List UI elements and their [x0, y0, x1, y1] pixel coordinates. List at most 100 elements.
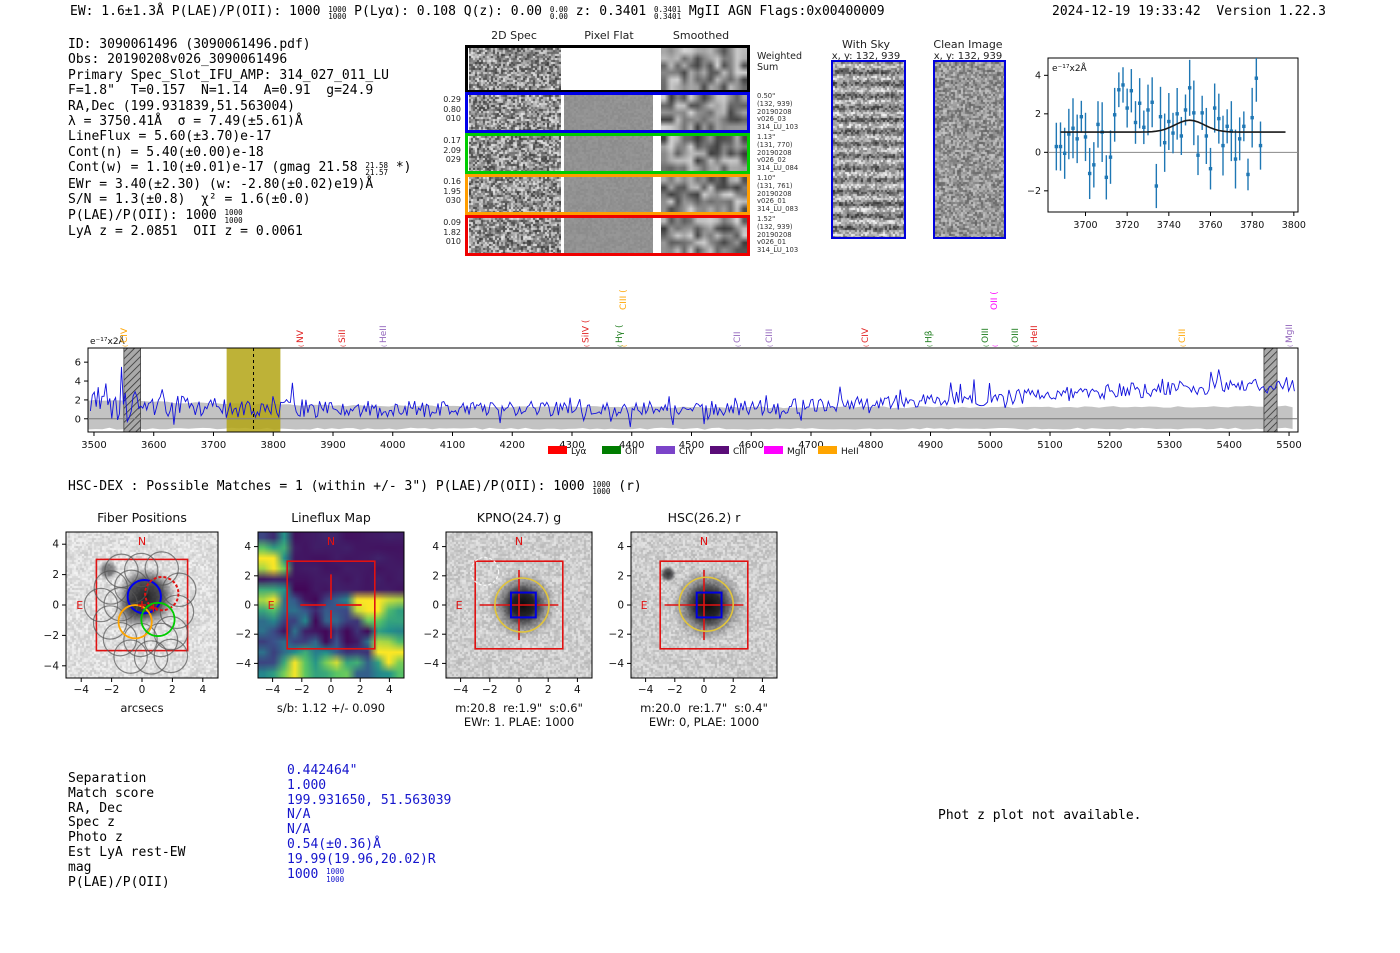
masked-band: [123, 347, 141, 433]
legend-label: CIII: [733, 447, 747, 457]
x-tick-label: 2: [169, 684, 176, 696]
stacked-fraction: 0.00 0.00: [549, 4, 568, 21]
y-tick-label: −2: [609, 629, 624, 641]
match-table-values: 0.442464" 1.000 199.931650, 51.563039 N/A N/…: [287, 763, 451, 884]
fiber-circle: [133, 640, 169, 675]
emission-line-label: OIII: [981, 328, 991, 343]
legend-swatch: [818, 446, 837, 454]
x-tick-label: 0: [516, 684, 523, 696]
report-version: Version 1.22.3: [1216, 4, 1326, 19]
match-row-label: RA, Dec: [68, 800, 123, 816]
info-line: LineFlux = 5.60(±3.70)e-17: [68, 129, 272, 145]
lineflux-map-xlabel: s/b: 1.12 +/- 0.090: [276, 701, 386, 715]
info-line: Cont(n) = 5.40(±0.00)e-18: [68, 144, 264, 160]
row-fiber-labels: 1.13" (131, 770) 20190208 v026_02 314_LU_084: [757, 133, 799, 173]
emission-line-tick: (: [863, 345, 870, 347]
x-tick-label: 3600: [141, 440, 166, 451]
pixel-flat-image: [564, 95, 653, 130]
y-tick-label: −2: [236, 629, 251, 641]
y-tick-label: 0: [75, 414, 81, 425]
full-spectrum-plot: 3500 3600 3700 3800 3900 4000 4100 4200 4300 4400…: [75, 289, 1302, 457]
y-tick-label: 2: [432, 570, 439, 582]
y-tick-label: 6: [75, 358, 81, 369]
2d-spec-image: [469, 95, 561, 130]
emission-line-tick: (: [1032, 345, 1039, 347]
emission-line-tick: (: [382, 345, 389, 347]
stacked-fraction: 1000 1000: [326, 867, 345, 884]
lineflux-map-panel: Lineflux Map −4 −2 0 2 4 −4 −2 0 2 4 N E s/b: 1.12 …: [222, 508, 440, 732]
detection-info-block: ID: 3090061496 (3090061496.pdf) Obs: 2019…: [68, 37, 411, 239]
emission-line-label: HeII: [1030, 325, 1040, 343]
match-row-label: Separation: [68, 771, 147, 786]
x-tick-label: 3800: [1282, 220, 1306, 231]
x-tick-label: 5300: [1157, 440, 1182, 451]
info-line: Primary Spec_Slot_IFU_AMP: 314_027_011_L…: [68, 67, 389, 83]
x-tick-label: −2: [294, 684, 309, 696]
x-tick-label: 5200: [1097, 440, 1122, 451]
match-row-value: 0.54(±0.36)Å: [287, 836, 381, 852]
row-weight-labels: 0.16 1.95 030: [443, 177, 461, 205]
column-header-pixelflat: Pixel Flat: [584, 29, 634, 42]
x-tick-label: 4100: [440, 440, 465, 451]
smoothed-image: [661, 48, 747, 90]
fiber-circle: [83, 587, 119, 623]
y-tick-label: 4: [75, 377, 81, 388]
hsc-dex-summary: HSC-DEX : Possible Matches = 1 (within +…: [68, 479, 642, 496]
with-sky-image: [831, 60, 906, 239]
compass-east-label: E: [456, 599, 463, 612]
compass-north-label: N: [327, 535, 335, 548]
pixel-flat-image: [564, 136, 653, 171]
row-weight-labels: 0.29 0.80 010: [443, 95, 461, 123]
x-tick-label: 2: [545, 684, 552, 696]
x-tick-label: 0: [139, 684, 146, 696]
column-header-2dspec: 2D Spec: [491, 29, 537, 42]
fiber-positions-overlay: −4 −2 0 2 4 −4 −2 0 2 4 N E: [44, 531, 219, 696]
row-fiber-labels: 1.52" (132, 939) 20190208 v026_01 314_LU_103: [757, 215, 799, 255]
emission-line-tick: (: [340, 345, 347, 347]
x-tick-label: 5500: [1276, 440, 1301, 451]
emission-line-tick: (: [299, 345, 306, 347]
x-tick-label: 4000: [380, 440, 405, 451]
x-tick-label: 3740: [1157, 220, 1181, 231]
x-tick-label: 3500: [81, 440, 106, 451]
match-row-value: 19.99(19.96,20.02)R: [287, 851, 436, 867]
stacked-fraction: 1000 1000: [224, 208, 243, 225]
x-tick-label: 4200: [500, 440, 525, 451]
hsc-cutout-xlabel: m:20.0 re:1.7" s:0.4": [640, 701, 768, 715]
x-tick-label: 3760: [1198, 220, 1222, 231]
x-tick-label: 4: [759, 684, 766, 696]
emission-line-label: SiIV (: [582, 320, 592, 343]
emission-line-tick: (: [992, 345, 999, 347]
2d-spec-image: [469, 177, 561, 212]
legend-label: OII: [625, 447, 637, 457]
x-tick-label: 5400: [1217, 440, 1242, 451]
header-timestamp-version: 2024-12-19 19:33:42 Version 1.22.3: [1052, 4, 1326, 19]
legend-swatch: [764, 446, 783, 454]
emission-line-label: MgII: [1285, 324, 1295, 343]
y-tick-label: −4: [424, 658, 440, 670]
emission-line-tick: (: [621, 345, 628, 347]
clean-image-title: Clean Image x, y: 132, 939: [913, 38, 1023, 62]
x-tick-label: 4: [574, 684, 581, 696]
x-tick-label: 0: [328, 684, 335, 696]
emission-line-tick: (: [735, 345, 742, 347]
x-tick-label: 0: [701, 684, 708, 696]
y-tick-label: −2: [424, 629, 439, 641]
x-tick-label: 3720: [1115, 220, 1139, 231]
x-tick-label: 4: [386, 684, 393, 696]
legend-swatch: [548, 446, 567, 454]
x-tick-label: 2: [357, 684, 364, 696]
smoothed-image: [661, 136, 747, 171]
spec2d-row: [465, 174, 750, 215]
y-tick-label: −2: [44, 630, 59, 642]
match-row-value: N/A: [287, 822, 311, 838]
match-row-label: Photo z: [68, 830, 123, 846]
y-tick-label: 2: [617, 570, 624, 582]
compass-east-label: E: [76, 599, 83, 612]
stacked-fraction: 1000 1000: [592, 479, 611, 496]
weighted-sum-strip: [465, 45, 750, 93]
emission-line-label: CIII: [1178, 329, 1188, 343]
stacked-fraction: 1000 1000: [328, 4, 347, 21]
elixer-report-page: EW: 1.6±1.3Å P(LAE)/P(OII): 1000 1000 100…: [0, 0, 1400, 953]
masked-band: [1263, 347, 1278, 433]
